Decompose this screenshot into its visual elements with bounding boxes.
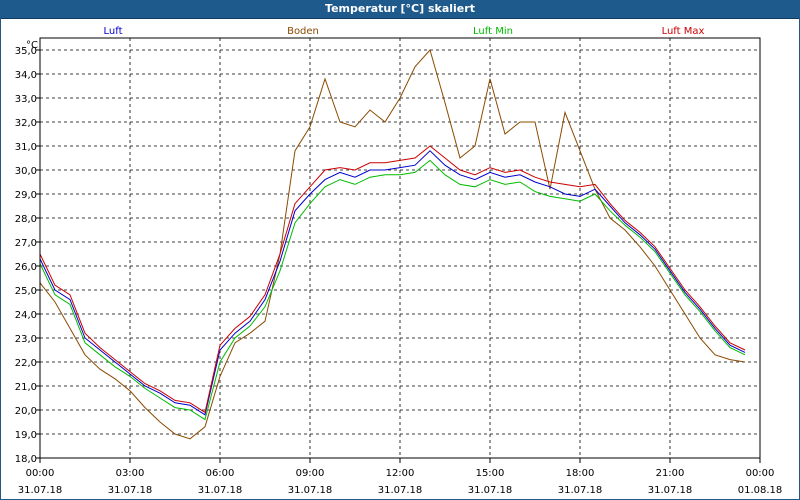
y-tick-label: 30,0 bbox=[15, 166, 37, 177]
x-tick-date-label: 31.07.18 bbox=[198, 485, 243, 496]
y-tick-label: 32,0 bbox=[15, 118, 37, 129]
y-tick-label: 23,0 bbox=[15, 334, 37, 345]
x-tick-time-label: 06:00 bbox=[206, 468, 235, 479]
series-line-boden bbox=[39, 48, 746, 440]
y-tick-label: 31,0 bbox=[15, 142, 37, 153]
y-tick-label: 27,0 bbox=[15, 238, 37, 249]
y-tick-label: 28,0 bbox=[15, 214, 37, 225]
y-axis-ticks: 35,0 34,0 33,0 32,0 31,0 30,0 29,0 28,0 27,0 26,0… bbox=[15, 46, 40, 465]
y-tick-label: 25,0 bbox=[15, 286, 37, 297]
y-tick-label: 19,0 bbox=[15, 430, 37, 441]
series-line-luft-min bbox=[39, 159, 746, 421]
x-tick-date-label: 31.07.18 bbox=[378, 485, 423, 496]
y-tick-label: 24,0 bbox=[15, 310, 37, 321]
x-tick-time-label: 03:00 bbox=[116, 468, 145, 479]
y-tick-label: 33,0 bbox=[15, 94, 37, 105]
temperature-chart: °C Luft Boden Luft Min Luft Max 35,034,033,… bbox=[15, 26, 783, 496]
y-tick-label: 35,0 bbox=[15, 46, 37, 57]
x-axis-ticks: 00:00 31.07.18 03:00 31.07.18 06:00 31.07.18 0… bbox=[18, 458, 783, 496]
legend-entry-luft-min: Luft Min bbox=[473, 26, 513, 37]
x-tick-date-label: 31.07.18 bbox=[18, 485, 63, 496]
x-tick-date-label: 31.07.18 bbox=[288, 485, 333, 496]
y-tick-label: 34,0 bbox=[15, 70, 37, 81]
y-tick-label: 18,0 bbox=[15, 454, 37, 465]
chart-legend: Luft Boden Luft Min Luft Max bbox=[104, 26, 705, 37]
series-line-luft-max bbox=[39, 145, 746, 414]
x-tick-date-label: 31.07.18 bbox=[558, 485, 603, 496]
chart-series bbox=[39, 48, 746, 440]
x-tick-time-label: 18:00 bbox=[566, 468, 595, 479]
y-tick-label: 20,0 bbox=[15, 406, 37, 417]
y-tick-label: 21,0 bbox=[15, 382, 37, 393]
x-tick-date-label: 01.08.18 bbox=[738, 485, 783, 496]
x-tick-time-label: 12:00 bbox=[386, 468, 415, 479]
x-tick-time-label: 21:00 bbox=[656, 468, 685, 479]
x-tick-date-label: 31.07.18 bbox=[108, 485, 153, 496]
y-tick-label: 26,0 bbox=[15, 262, 37, 273]
y-tick-label: 22,0 bbox=[15, 358, 37, 369]
x-tick-time-label: 15:00 bbox=[476, 468, 505, 479]
x-tick-date-label: 31.07.18 bbox=[648, 485, 693, 496]
series-line-luft bbox=[39, 150, 746, 416]
x-tick-time-label: 00:00 bbox=[26, 468, 55, 479]
x-tick-time-label: 00:00 bbox=[746, 468, 775, 479]
legend-entry-luft-max: Luft Max bbox=[662, 26, 705, 37]
y-tick-label: 29,0 bbox=[15, 190, 37, 201]
chart-grid bbox=[40, 38, 760, 459]
legend-entry-boden: Boden bbox=[287, 26, 319, 37]
x-tick-time-label: 09:00 bbox=[296, 468, 325, 479]
legend-entry-luft: Luft bbox=[104, 26, 123, 37]
x-tick-date-label: 31.07.18 bbox=[468, 485, 513, 496]
